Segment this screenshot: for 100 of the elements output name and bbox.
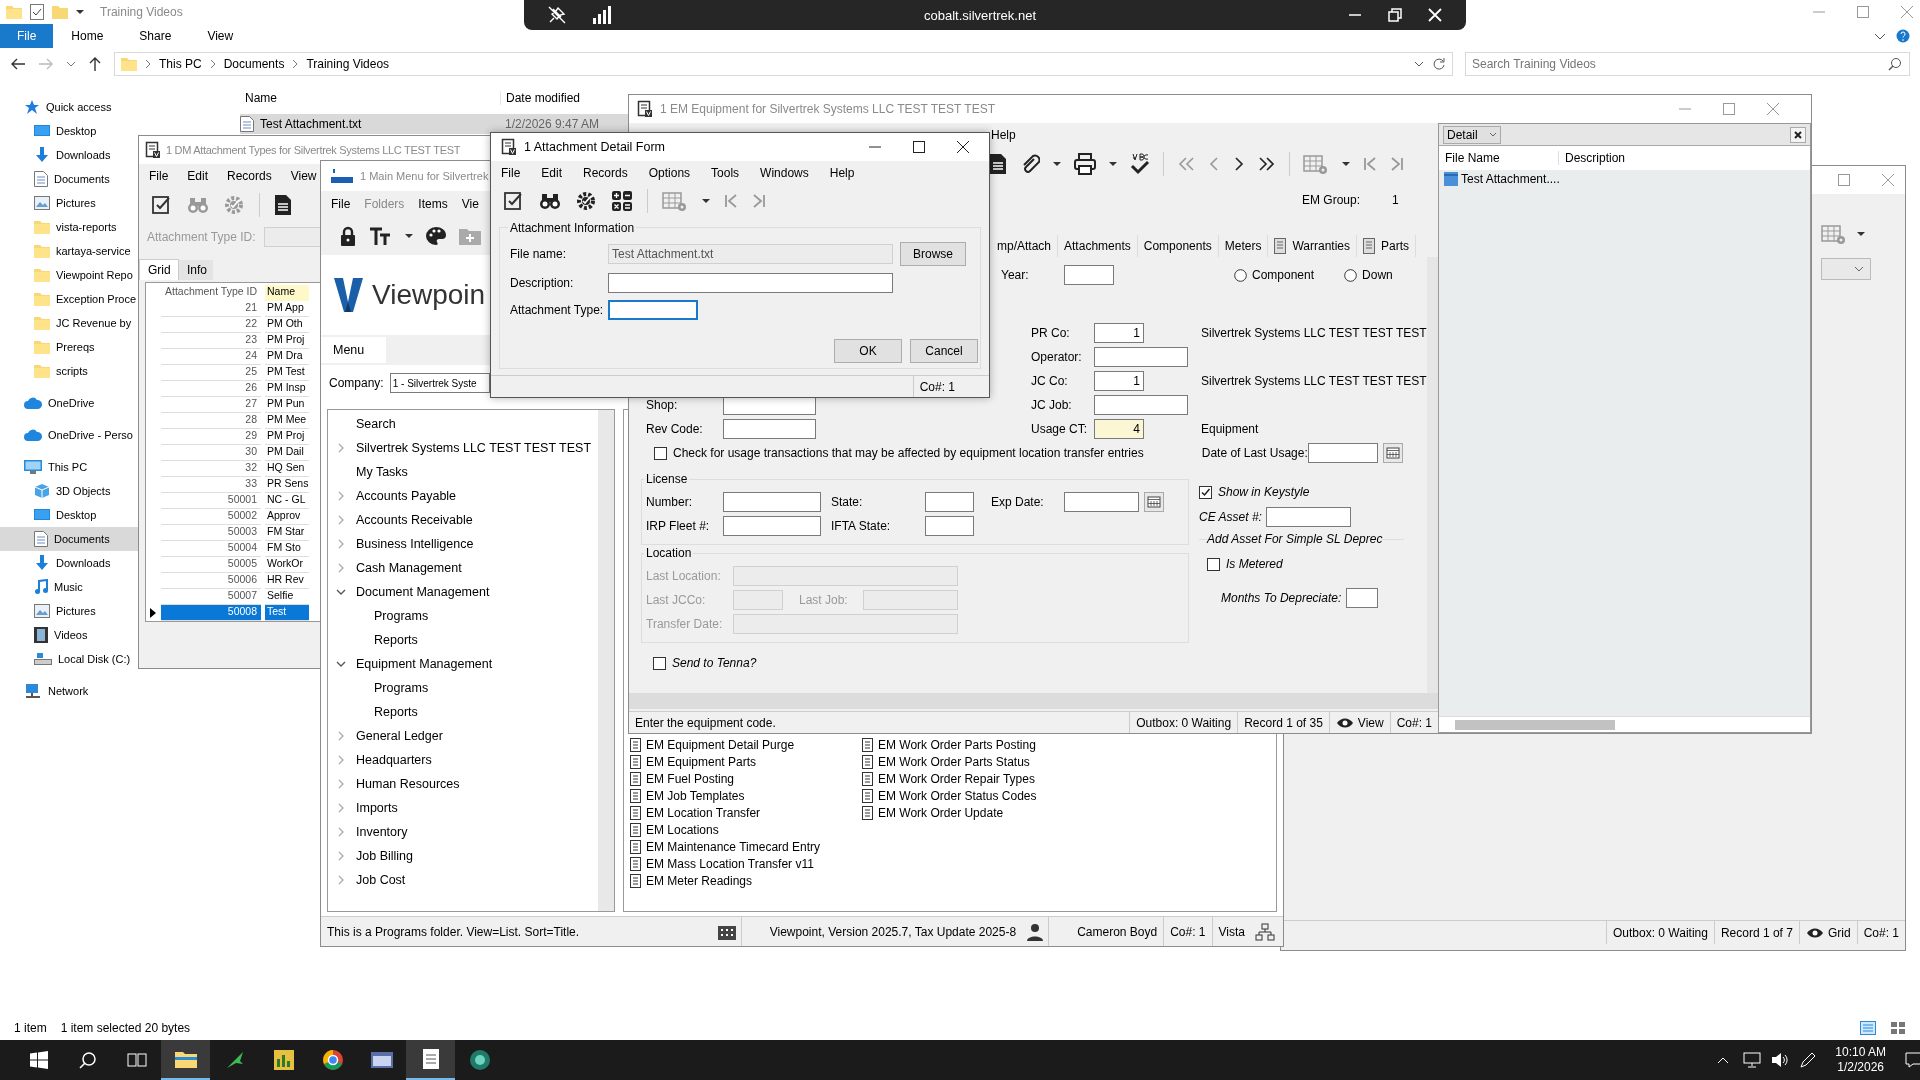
binoculars-icon[interactable]: [539, 191, 561, 211]
program-item[interactable]: EM Work Order Parts Status: [878, 754, 1030, 769]
program-item[interactable]: EM Work Order Parts Posting: [878, 737, 1036, 752]
nav-item[interactable]: Pictures: [0, 599, 138, 623]
menu-item[interactable]: Records: [583, 166, 628, 180]
table-cell[interactable]: PM Pun: [265, 397, 309, 413]
nav-item[interactable]: Music: [0, 575, 138, 599]
nav-item[interactable]: OneDrive: [0, 391, 138, 415]
table-cell[interactable]: 21: [161, 301, 261, 317]
nav-item[interactable]: vista-reports: [0, 215, 138, 239]
menu-item[interactable]: Vie: [461, 197, 479, 211]
radio-button[interactable]: [1234, 268, 1247, 282]
close-panel-button[interactable]: [1790, 126, 1806, 143]
edit-icon[interactable]: [151, 194, 173, 216]
table-cell[interactable]: Test: [265, 605, 309, 621]
menu-item[interactable]: File: [149, 169, 169, 183]
tree-item[interactable]: Accounts Receivable: [356, 513, 473, 527]
nav-item[interactable]: Pictures: [0, 191, 138, 215]
dropdown-icon[interactable]: [1109, 161, 1117, 167]
table-cell[interactable]: WorkOr: [265, 557, 309, 573]
program-item[interactable]: EM Work Order Repair Types: [878, 771, 1035, 786]
dropdown-icon[interactable]: [405, 233, 413, 239]
input-field[interactable]: [1266, 507, 1351, 527]
input-field[interactable]: [925, 516, 974, 536]
nav-item[interactable]: Local Disk (C:): [0, 647, 138, 671]
column-header[interactable]: Name: [240, 91, 500, 105]
menu-item[interactable]: Tools: [711, 166, 740, 180]
program-item[interactable]: EM Maintenance Timecard Entry: [646, 839, 821, 854]
nav-item[interactable]: Desktop: [0, 503, 138, 527]
program-item[interactable]: EM Location Transfer: [646, 805, 761, 820]
search-icon[interactable]: [78, 1051, 97, 1069]
calendar-button[interactable]: [1382, 443, 1403, 463]
tab[interactable]: Warranties: [1268, 235, 1358, 257]
table-cell[interactable]: PM App: [265, 301, 309, 317]
calculator-icon[interactable]: [611, 190, 633, 212]
tree-item[interactable]: Reports: [374, 705, 418, 719]
table-cell[interactable]: Test Attachment....: [1461, 172, 1560, 186]
dropdown-icon[interactable]: [1053, 161, 1061, 167]
notifications-icon[interactable]: [1905, 1052, 1920, 1068]
menu-item[interactable]: View: [290, 169, 317, 183]
input-field[interactable]: [1307, 443, 1378, 463]
ribbon-tab[interactable]: View: [189, 24, 252, 48]
help-icon[interactable]: [1896, 29, 1910, 43]
company-field[interactable]: 1 - Silvertrek Syste: [389, 373, 490, 393]
dropdown-field[interactable]: [1821, 258, 1871, 280]
tree-item[interactable]: Inventory: [356, 825, 408, 839]
table-cell[interactable]: 50008: [161, 605, 261, 621]
tree-item[interactable]: Document Management: [356, 585, 490, 599]
palette-icon[interactable]: [425, 226, 447, 246]
table-cell[interactable]: PM Proj: [265, 429, 309, 445]
ribbon-tab[interactable]: Share: [121, 24, 190, 48]
table-cell[interactable]: 50004: [161, 541, 261, 557]
table-cell[interactable]: 50001: [161, 493, 261, 509]
table-cell[interactable]: 50006: [161, 573, 261, 589]
table-cell[interactable]: 33: [161, 477, 261, 493]
next-icon[interactable]: [1233, 157, 1245, 171]
table-cell[interactable]: PM Mee: [265, 413, 309, 429]
menu-item[interactable]: File: [331, 197, 351, 211]
table-cell[interactable]: PM Test: [265, 365, 309, 381]
nav-item[interactable]: Documents: [0, 527, 138, 551]
tiles-view-icon[interactable]: [1890, 1021, 1906, 1035]
tree-item[interactable]: Job Billing: [356, 849, 413, 863]
start-button[interactable]: [29, 1051, 48, 1069]
chevron-down-icon[interactable]: [336, 659, 346, 669]
show-hidden-icons-button[interactable]: [1717, 1056, 1730, 1064]
input-field[interactable]: [1346, 588, 1378, 608]
tree-item[interactable]: Business Intelligence: [356, 537, 474, 551]
table-cell[interactable]: FM Star: [265, 525, 309, 541]
globe-app-icon[interactable]: [468, 1049, 491, 1071]
tab[interactable]: Grid: [139, 259, 179, 280]
program-item[interactable]: EM Job Templates: [646, 788, 745, 803]
up-icon[interactable]: [88, 56, 102, 72]
nav-item[interactable]: JC Revenue by: [0, 311, 138, 335]
table-cell[interactable]: 50002: [161, 509, 261, 525]
maximize-button[interactable]: [912, 140, 926, 154]
tab[interactable]: Info: [179, 260, 213, 280]
restore-button[interactable]: [1388, 8, 1402, 22]
nav-item[interactable]: Downloads: [0, 143, 138, 167]
table-cell[interactable]: 29: [161, 429, 261, 445]
circle-app-icon[interactable]: [321, 1049, 344, 1071]
nav-item[interactable]: Quick access: [0, 95, 138, 119]
nav-item[interactable]: OneDrive - Perso: [0, 423, 138, 447]
nav-item[interactable]: This PC: [0, 455, 138, 479]
column-header[interactable]: Description: [1559, 151, 1626, 165]
nav-item[interactable]: Prereqs: [0, 335, 138, 359]
tab[interactable]: Meters: [1218, 235, 1269, 257]
nav-item[interactable]: Documents: [0, 167, 138, 191]
program-item[interactable]: EM Work Order Update: [878, 805, 1004, 820]
tab[interactable]: Menu: [321, 337, 387, 363]
dropdown-icon[interactable]: [702, 198, 710, 204]
close-button[interactable]: [956, 140, 970, 154]
input-field[interactable]: [723, 492, 821, 512]
cancel-button[interactable]: Cancel: [910, 339, 978, 363]
tree-item[interactable]: Headquarters: [356, 753, 432, 767]
ribbon-tab[interactable]: Home: [53, 24, 122, 48]
table-cell[interactable]: 22: [161, 317, 261, 333]
table-cell[interactable]: PM Insp: [265, 381, 309, 397]
document-icon[interactable]: [274, 194, 292, 216]
tab[interactable]: Attachments: [1058, 235, 1138, 257]
menu-item[interactable]: Help: [991, 128, 1016, 142]
